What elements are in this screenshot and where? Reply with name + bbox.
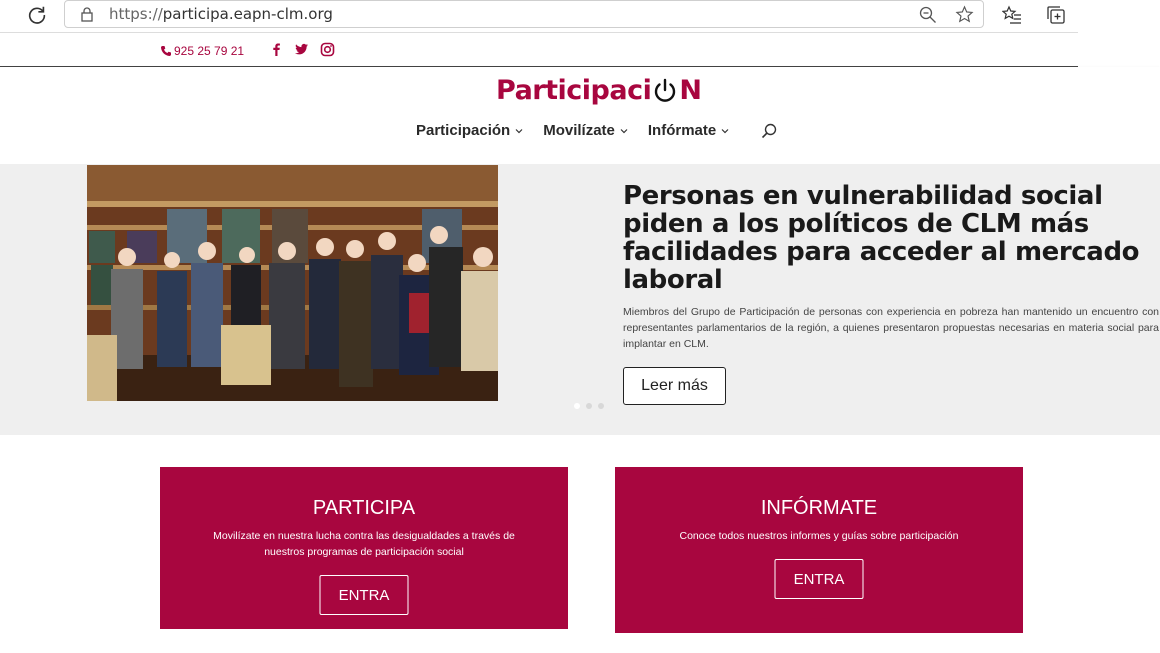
lock-icon — [81, 7, 93, 22]
phone-icon — [161, 46, 171, 56]
slider-dot[interactable] — [586, 403, 592, 409]
card-description: Movilízate en nuestra lucha contra las d… — [213, 530, 515, 558]
collections-icon[interactable] — [1046, 5, 1066, 25]
zoom-icon[interactable] — [919, 6, 937, 24]
participa-entra-button[interactable]: ENTRA — [319, 575, 409, 615]
hero-photo[interactable] — [87, 165, 498, 401]
url-text: https://participa.eapn-clm.org — [109, 5, 333, 23]
site-logo[interactable]: Participaci N — [496, 75, 702, 106]
card-title: INFÓRMATE — [760, 497, 878, 519]
nav-informate[interactable]: Infórmate — [648, 122, 729, 139]
read-more-button[interactable]: Leer más — [623, 367, 726, 405]
main-nav: Participación Movilízate Infórmate — [416, 122, 777, 139]
informate-card: INFÓRMATE Conoce todos nuestros informes… — [615, 467, 1023, 633]
logo-text: Participaci — [496, 75, 652, 106]
browser-actions — [1078, 0, 1160, 33]
power-icon — [655, 78, 676, 102]
twitter-icon[interactable] — [294, 42, 309, 57]
address-bar[interactable]: https://participa.eapn-clm.org — [64, 0, 984, 28]
slider-dot[interactable] — [574, 403, 580, 409]
slider-dots — [574, 403, 604, 409]
logo-suffix: N — [679, 75, 702, 106]
search-icon[interactable] — [761, 123, 777, 139]
site-header: Participaci N Participación Movilízate I… — [0, 67, 1160, 164]
slider-dot[interactable] — [598, 403, 604, 409]
hero-slider: Personas en vulnerabilidad social piden … — [0, 164, 1160, 435]
reload-icon[interactable] — [26, 4, 48, 26]
card-title: PARTICIPA — [312, 497, 416, 519]
card-description: Conoce todos nuestros informes y guías s… — [679, 530, 959, 542]
top-info-bar: 925 25 79 21 — [0, 34, 1078, 67]
nav-movilizate[interactable]: Movilízate — [543, 122, 628, 139]
phone-link[interactable]: 925 25 79 21 — [160, 44, 244, 58]
nav-participacion[interactable]: Participación — [416, 122, 523, 139]
favorites-list-icon[interactable] — [1002, 5, 1022, 25]
browser-toolbar: https://participa.eapn-clm.org — [0, 0, 1078, 33]
phone-number: 925 25 79 21 — [174, 44, 245, 58]
chevron-down-icon — [721, 128, 729, 133]
facebook-icon[interactable] — [269, 42, 284, 57]
instagram-icon[interactable] — [320, 42, 335, 57]
chevron-down-icon — [620, 128, 628, 133]
group-photo-illustration — [87, 165, 498, 401]
chevron-down-icon — [515, 128, 523, 133]
informate-entra-button[interactable]: ENTRA — [774, 559, 864, 599]
hero-title[interactable]: Personas en vulnerabilidad social piden … — [623, 182, 1153, 294]
hero-description: Miembros del Grupo de Participación de p… — [623, 306, 1159, 350]
participa-card: PARTICIPA Movilízate en nuestra lucha co… — [160, 467, 568, 629]
favorite-star-icon[interactable] — [955, 5, 974, 24]
